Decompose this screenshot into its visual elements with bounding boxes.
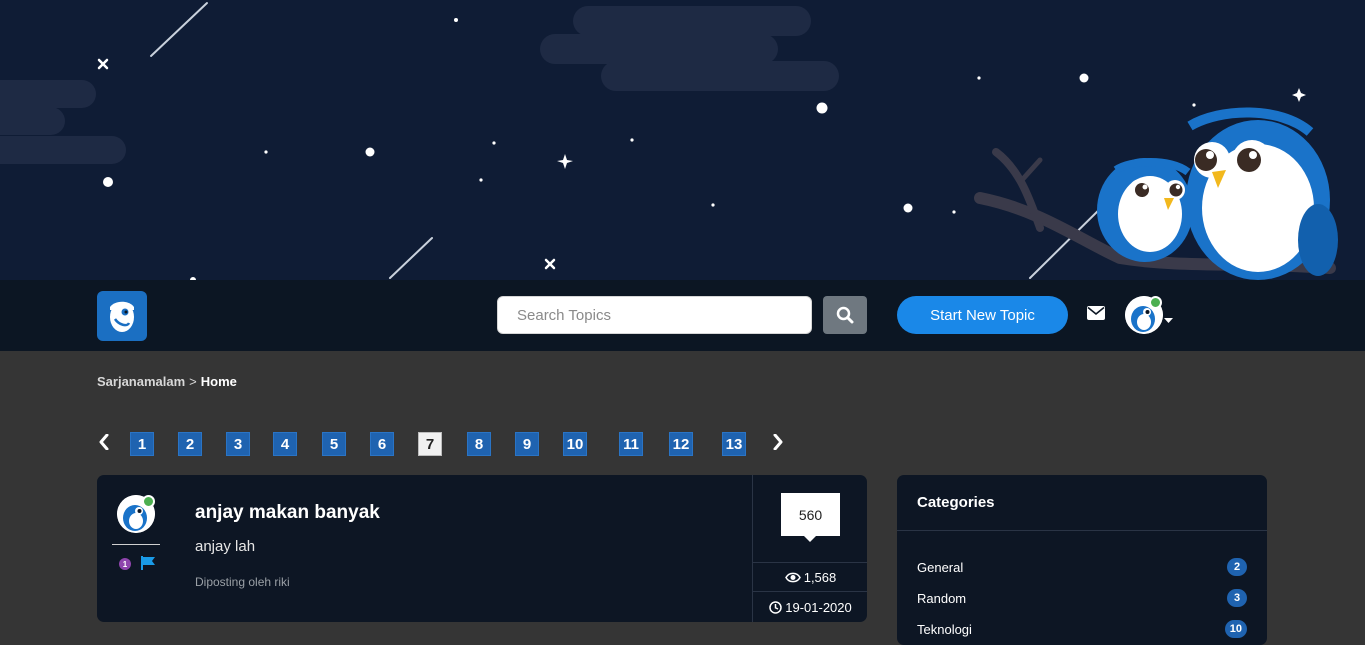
eye-icon [784, 572, 801, 582]
category-name: General [917, 559, 964, 575]
start-new-topic-button[interactable]: Start New Topic [897, 296, 1068, 334]
owl-logo-icon [110, 301, 134, 332]
mail-icon[interactable] [1087, 306, 1105, 325]
categories-title: Categories [917, 494, 995, 511]
page-button[interactable]: 13 [722, 432, 746, 456]
reply-count-badge: 560 [781, 493, 840, 542]
view-count-value: 1,568 [803, 569, 837, 585]
top-navbar: Start New Topic [0, 280, 1365, 351]
page-button[interactable]: 8 [467, 432, 491, 456]
category-name: Teknologi [917, 621, 972, 637]
category-item-random[interactable]: Random 3 [917, 587, 1247, 609]
page-button[interactable]: 4 [273, 432, 297, 456]
view-count: 1,568 [753, 563, 867, 591]
categories-panel: Categories General 2 Random 3 Teknologi … [897, 475, 1267, 645]
category-item-teknologi[interactable]: Teknologi 10 [917, 618, 1247, 640]
page-button[interactable]: 5 [322, 432, 346, 456]
search-input[interactable] [497, 296, 812, 334]
rank-badge: 1 [119, 558, 131, 570]
topic-excerpt: anjay lah [195, 538, 256, 555]
category-count-badge: 10 [1224, 620, 1247, 638]
chevron-down-icon[interactable] [1164, 311, 1173, 329]
flag-icon[interactable] [140, 555, 156, 576]
category-count-badge: 3 [1227, 589, 1247, 607]
page-button[interactable]: 12 [669, 432, 693, 456]
divider [753, 591, 867, 592]
page-button[interactable]: 3 [226, 432, 250, 456]
hero-banner [0, 0, 1365, 280]
page-button-active[interactable]: 7 [418, 432, 442, 456]
prev-page-icon[interactable] [96, 432, 112, 452]
night-sky-illustration [0, 2, 1338, 280]
page-button[interactable]: 2 [178, 432, 202, 456]
divider [112, 544, 160, 545]
search-button[interactable] [823, 296, 867, 334]
pagination: 1 2 3 4 5 6 7 8 9 10 11 12 13 [0, 430, 800, 458]
clock-icon [769, 600, 782, 614]
category-count-badge: 2 [1227, 558, 1247, 576]
post-date: 19-01-2020 [753, 593, 867, 621]
page-button[interactable]: 11 [619, 432, 643, 456]
online-status-dot [142, 495, 155, 508]
page-button[interactable]: 1 [130, 432, 154, 456]
topic-card[interactable]: 1 anjay makan banyak anjay lah Diposting… [97, 475, 867, 622]
divider [897, 530, 1267, 531]
page-button[interactable]: 6 [370, 432, 394, 456]
category-item-general[interactable]: General 2 [917, 556, 1247, 578]
topic-stats: 560 1,568 19-01-2020 [752, 475, 867, 622]
online-status-dot [1149, 296, 1162, 309]
site-logo[interactable] [97, 291, 147, 341]
breadcrumb: Sarjanamalam > Home [97, 374, 237, 389]
page-button[interactable]: 10 [563, 432, 587, 456]
topic-title-link[interactable]: anjay makan banyak [195, 502, 380, 524]
breadcrumb-separator: > [189, 374, 197, 389]
next-page-icon[interactable] [770, 432, 786, 452]
post-date-value: 19-01-2020 [785, 599, 852, 615]
page-button[interactable]: 9 [515, 432, 539, 456]
topic-author: Diposting oleh riki [195, 575, 290, 589]
search-icon [836, 306, 854, 324]
category-name: Random [917, 590, 967, 606]
breadcrumb-current: Home [200, 374, 237, 389]
breadcrumb-root-link[interactable]: Sarjanamalam [97, 374, 185, 389]
